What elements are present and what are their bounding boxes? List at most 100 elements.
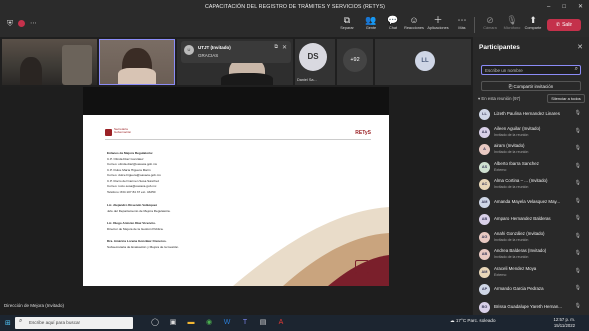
video-tile-4[interactable]: DS Daniel Sa... [295,39,335,85]
more-label: Más [458,26,466,30]
presenter-label: Dirección de Mejora (Invitado) [4,303,65,308]
mute-all-button[interactable]: Silenciar a todos [547,94,585,103]
participant-row[interactable]: Aairam (Invitado) Invitado de la reunión 🎙 [477,142,587,158]
participant-row[interactable]: BG Brissa Guadalupe Yareth Hernan... 🎙 [477,300,587,316]
avatar: AB [479,214,490,225]
more-icon: ⋯ [457,15,467,25]
apps-label: Aplicaciones [427,26,449,30]
participant-name: Lizeth Paulina Hernandez Linares [494,111,560,116]
video-tile-5[interactable]: LL [375,39,471,85]
leave-button[interactable]: ✆ Salir [547,19,581,31]
share-label: Comparte [524,26,542,30]
avatar: LL [415,51,435,71]
participant-name: Aileen Aguilar (Invitado) [494,125,541,131]
mic-label: Micrófono [503,26,521,30]
avatar: AP [479,284,490,295]
participant-row[interactable]: LL Lizeth Paulina Hernandez Linares 🎙 [477,107,587,123]
meeting-toolbar: CAPACITACIÓN DEL REGISTRO DE TRÁMITES Y … [0,0,589,37]
task-view-icon[interactable]: ◯ [150,318,160,328]
in-meeting-section[interactable]: ▾ En esta reunión (97) [478,96,520,102]
participant-row[interactable]: AB Amparo Hernandez Balderas 🎙 [477,212,587,228]
widgets-icon[interactable]: ▣ [168,318,178,328]
room-background [62,45,92,85]
share-icon: ⬆ [529,15,537,25]
participant-name: Alma Cortina – ... (Invitado) [494,178,548,183]
share-button[interactable]: ⬆ Comparte [520,15,546,30]
mic-off-icon: 🎙 [574,267,581,274]
avatar: AS [479,161,490,173]
leave-label: Salir [562,22,573,28]
mic-off-icon: 🎙 [574,285,581,291]
chrome-icon[interactable]: ◉ [204,318,214,328]
participant-row[interactable]: AG Anahi González (Invitado) Invitado de l… [477,230,587,246]
shared-slide: Secretaría Gobernación RETyS Enlaces de … [83,115,389,286]
teams-meeting-window: CAPACITACIÓN DEL REGISTRO DE TRÁMITES Y … [0,0,589,331]
participant-name: Armando Garcia Pedraza [494,286,544,291]
camera-label: Cámara [483,26,497,30]
mic-off-icon: 🎙 [574,232,581,239]
separate-label: Separar [340,26,354,30]
system-clock[interactable]: 12:57 p. m. 15/11/2022 [554,317,576,328]
participant-row[interactable]: AA Aileen Aguilar (Invitado) Invitado de l… [477,125,587,141]
windows-start-icon[interactable]: ⊞ [5,319,11,327]
avatar: AG [479,231,490,243]
weather-widget[interactable]: ☁ 17°C Parc. soleado [450,318,496,324]
participant-role: Invitado de la reunión [494,237,529,242]
participant-name: Alberto Ibarra Sanchez [494,160,539,166]
share-invite-button[interactable]: ⎘ Compartir invitación [481,81,581,91]
close-icon[interactable]: ✕ [578,4,583,10]
mic-off-icon: 🎙 [574,180,581,186]
participant-name: Araceli Mendez Moya [494,265,537,271]
reactions-label: Reacciones [404,26,424,30]
teams-icon[interactable]: T [240,318,250,328]
avatar: AB [479,249,490,260]
recording-icon [18,20,25,27]
more-button[interactable]: ⋯ Más [449,15,475,30]
mic-off-icon: 🎙 [574,127,581,134]
participant-name: airam (Invitado) [494,143,525,148]
chat-label: Chat [388,26,398,30]
maximize-icon[interactable]: □ [562,4,566,10]
more-count-badge: +92 [343,48,367,72]
reactions-button[interactable]: ☺ Reacciones [401,15,427,30]
avatar: A [479,144,490,155]
minimize-icon[interactable]: – [547,4,550,10]
avatar: DS [299,43,327,71]
participant-name: Amanda Mayela Velasquez May... [494,198,561,204]
avatar: AM [479,266,490,278]
network-icon: ⋯ [30,20,37,27]
more-participants-tile[interactable]: +92 [337,39,373,85]
avatar: AC [479,179,490,190]
taskbar-search-placeholder: Escribe aquí para buscar [29,320,81,325]
close-icon[interactable]: ✕ [577,43,583,51]
reply-icon[interactable]: ⧉ [274,44,278,50]
participants-panel: Participantes ✕ Escribe un nombre ⌕ ⎘ Co… [473,37,589,315]
pdf-icon[interactable]: A [276,318,286,328]
mic-off-icon: 🎙 [574,197,581,204]
search-icon: ⌕ [574,66,578,72]
video-tile-2[interactable] [99,39,175,85]
participant-search-input[interactable]: Escribe un nombre ⌕ [481,65,581,75]
file-explorer-icon[interactable]: ▬ [186,318,196,328]
participant-row[interactable]: AP Armando Garcia Pedraza 🎙 [477,282,587,298]
taskbar-search-input[interactable]: ⌕ Escribe aquí para buscar [15,317,133,329]
apps-button[interactable]: ＋ Aplicaciones [425,15,451,30]
search-icon: ⌕ [19,318,23,324]
participant-row[interactable]: AS Alberto Ibarra Sanchez Externo 🎙 [477,160,587,176]
separate-button[interactable]: ⧉ Separar [334,15,360,30]
participant-name: Anahi González (Invitado) [494,230,545,236]
participant-row[interactable]: AM Amanda Mayela Velasquez May... 🎙 [477,195,587,211]
close-icon[interactable]: ✕ [282,44,287,51]
seal-icon: ⚜ [355,260,369,274]
chat-notification[interactable]: U UTJT (Invitado) GRACIAS ⧉ ✕ [181,41,291,63]
participant-row[interactable]: AB Andrea Balderas (Invitado) Invitado de … [477,247,587,263]
apps-icon: ＋ [433,15,443,25]
word-icon[interactable]: W [222,318,232,328]
avatar: BG [479,301,490,313]
separate-icon: ⧉ [343,15,351,25]
chat-sender: UTJT (Invitado) [198,45,231,50]
participant-row[interactable]: AC Alma Cortina – ... (Invitado) Invitado … [477,177,587,193]
app-icon[interactable]: ▤ [258,318,268,328]
participant-row[interactable]: AM Araceli Mendez Moya Externo 🎙 [477,265,587,281]
video-tile-1[interactable] [2,39,97,85]
